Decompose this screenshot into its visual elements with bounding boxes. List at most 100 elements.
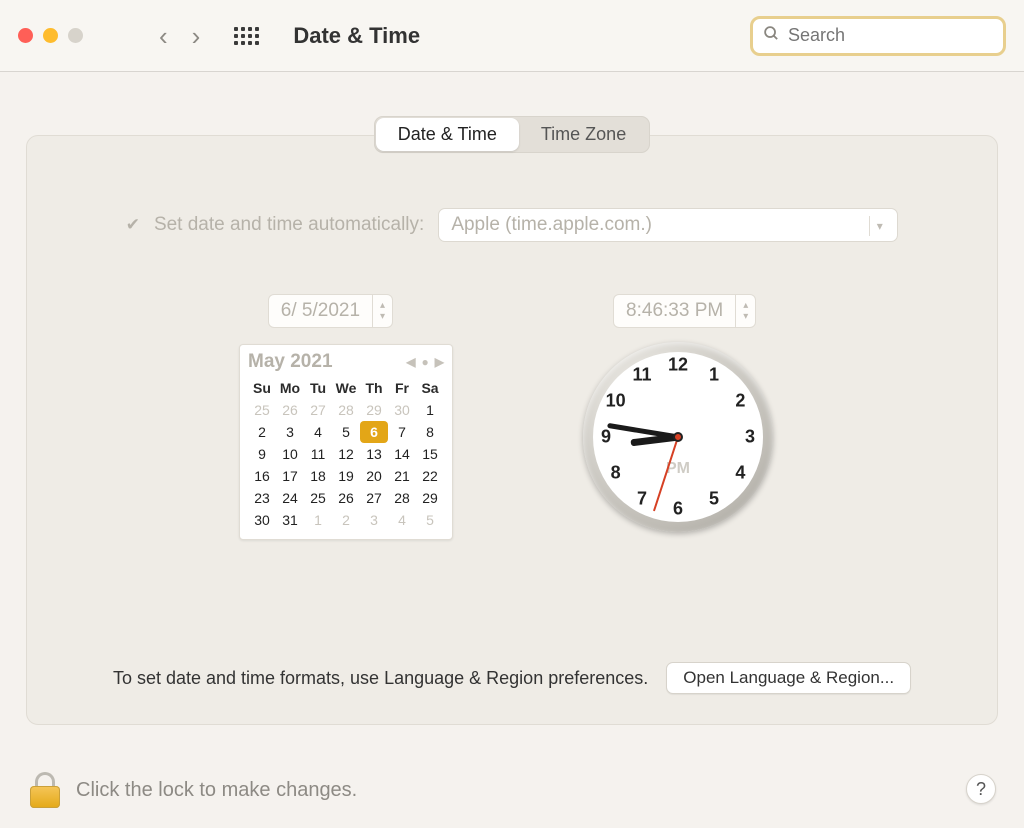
calendar-day[interactable]: 27 [304, 399, 332, 421]
calendar-day[interactable]: 6 [360, 421, 388, 443]
help-button[interactable]: ? [966, 774, 996, 804]
calendar[interactable]: May 2021 ◀ ● ▶ SuMoTuWeThFrSa25262728293… [239, 344, 453, 540]
calendar-day[interactable]: 12 [332, 443, 360, 465]
back-button[interactable]: ‹ [159, 23, 168, 49]
nav-arrows: ‹ › [159, 23, 200, 49]
close-window-button[interactable] [18, 28, 33, 43]
search-field-wrap[interactable] [750, 16, 1006, 56]
calendar-weekday: Su [248, 377, 276, 399]
calendar-day[interactable]: 26 [332, 487, 360, 509]
forward-button[interactable]: › [192, 23, 201, 49]
time-stepper[interactable]: ▴▾ [735, 295, 755, 327]
lock-row: Click the lock to make changes. [30, 772, 357, 808]
clock-number: 5 [709, 489, 719, 510]
calendar-weekday: Sa [416, 377, 444, 399]
calendar-day[interactable]: 19 [332, 465, 360, 487]
calendar-day[interactable]: 2 [248, 421, 276, 443]
calendar-day[interactable]: 1 [416, 399, 444, 421]
calendar-day[interactable]: 23 [248, 487, 276, 509]
calendar-day[interactable]: 14 [388, 443, 416, 465]
calendar-day[interactable]: 1 [304, 509, 332, 531]
clock-number: 10 [606, 391, 626, 412]
window-toolbar: ‹ › Date & Time [0, 0, 1024, 72]
calendar-day[interactable]: 2 [332, 509, 360, 531]
clock-number: 2 [735, 391, 745, 412]
calendar-day[interactable]: 17 [276, 465, 304, 487]
calendar-day[interactable]: 20 [360, 465, 388, 487]
open-language-region-button[interactable]: Open Language & Region... [666, 662, 911, 694]
calendar-day[interactable]: 4 [304, 421, 332, 443]
tab-date-time[interactable]: Date & Time [376, 118, 519, 151]
clock-number: 8 [611, 463, 621, 484]
calendar-day[interactable]: 30 [388, 399, 416, 421]
calendar-next-icon[interactable]: ▶ [435, 355, 444, 369]
lock-icon[interactable] [30, 772, 60, 808]
zoom-window-button[interactable] [68, 28, 83, 43]
calendar-weekday: Mo [276, 377, 304, 399]
calendar-day[interactable]: 11 [304, 443, 332, 465]
calendar-weekday: We [332, 377, 360, 399]
calendar-day[interactable]: 29 [360, 399, 388, 421]
calendar-day[interactable]: 18 [304, 465, 332, 487]
clock-number: 6 [673, 499, 683, 520]
format-hint: To set date and time formats, use Langua… [113, 668, 648, 689]
calendar-day[interactable]: 4 [388, 509, 416, 531]
search-input[interactable] [788, 25, 1020, 46]
calendar-day[interactable]: 25 [304, 487, 332, 509]
calendar-day[interactable]: 9 [248, 443, 276, 465]
calendar-day[interactable]: 5 [416, 509, 444, 531]
calendar-weekday: Th [360, 377, 388, 399]
ntp-server-select[interactable]: Apple (time.apple.com.) ▾ [438, 208, 898, 242]
clock-number: 9 [601, 427, 611, 448]
calendar-prev-icon[interactable]: ◀ [406, 355, 415, 369]
calendar-day[interactable]: 3 [360, 509, 388, 531]
preferences-panel: ✔ Set date and time automatically: Apple… [26, 135, 998, 725]
calendar-day[interactable]: 28 [388, 487, 416, 509]
calendar-day[interactable]: 26 [276, 399, 304, 421]
calendar-day[interactable]: 13 [360, 443, 388, 465]
clock-number: 3 [745, 427, 755, 448]
calendar-day[interactable]: 24 [276, 487, 304, 509]
calendar-grid: SuMoTuWeThFrSa25262728293012345678910111… [248, 377, 444, 531]
auto-set-label: Set date and time automatically: [154, 214, 424, 236]
traffic-lights [18, 28, 83, 43]
calendar-day[interactable]: 10 [276, 443, 304, 465]
calendar-day[interactable]: 29 [416, 487, 444, 509]
show-all-prefs-button[interactable] [234, 27, 259, 45]
calendar-weekday: Tu [304, 377, 332, 399]
minimize-window-button[interactable] [43, 28, 58, 43]
calendar-day[interactable]: 3 [276, 421, 304, 443]
auto-set-checkbox[interactable]: ✔ [126, 215, 140, 235]
calendar-day[interactable]: 5 [332, 421, 360, 443]
tab-time-zone[interactable]: Time Zone [519, 118, 648, 151]
calendar-day[interactable]: 16 [248, 465, 276, 487]
analog-clock: 121234567891011 PM [583, 342, 773, 532]
calendar-day[interactable]: 15 [416, 443, 444, 465]
calendar-day[interactable]: 22 [416, 465, 444, 487]
clock-number: 12 [668, 355, 688, 376]
calendar-day[interactable]: 21 [388, 465, 416, 487]
search-icon [763, 25, 780, 47]
clock-number: 7 [637, 489, 647, 510]
date-stepper[interactable]: ▴▾ [372, 295, 392, 327]
calendar-day[interactable]: 8 [416, 421, 444, 443]
time-field-value: 8:46:33 PM [614, 300, 735, 322]
calendar-day[interactable]: 25 [248, 399, 276, 421]
calendar-day[interactable]: 7 [388, 421, 416, 443]
window-title: Date & Time [293, 23, 420, 49]
clock-number: 1 [709, 364, 719, 385]
time-field[interactable]: 8:46:33 PM ▴▾ [613, 294, 756, 328]
date-field[interactable]: 6/ 5/2021 ▴▾ [268, 294, 393, 328]
date-field-value: 6/ 5/2021 [269, 300, 372, 322]
clock-number: 4 [735, 463, 745, 484]
calendar-day[interactable]: 31 [276, 509, 304, 531]
calendar-title: May 2021 [248, 351, 333, 373]
calendar-day[interactable]: 30 [248, 509, 276, 531]
calendar-today-icon[interactable]: ● [422, 355, 429, 369]
calendar-day[interactable]: 28 [332, 399, 360, 421]
chevron-down-icon: ▾ [869, 216, 889, 236]
clock-number: 11 [632, 364, 651, 385]
calendar-nav: ◀ ● ▶ [406, 355, 444, 369]
calendar-day[interactable]: 27 [360, 487, 388, 509]
lock-label: Click the lock to make changes. [76, 779, 357, 802]
